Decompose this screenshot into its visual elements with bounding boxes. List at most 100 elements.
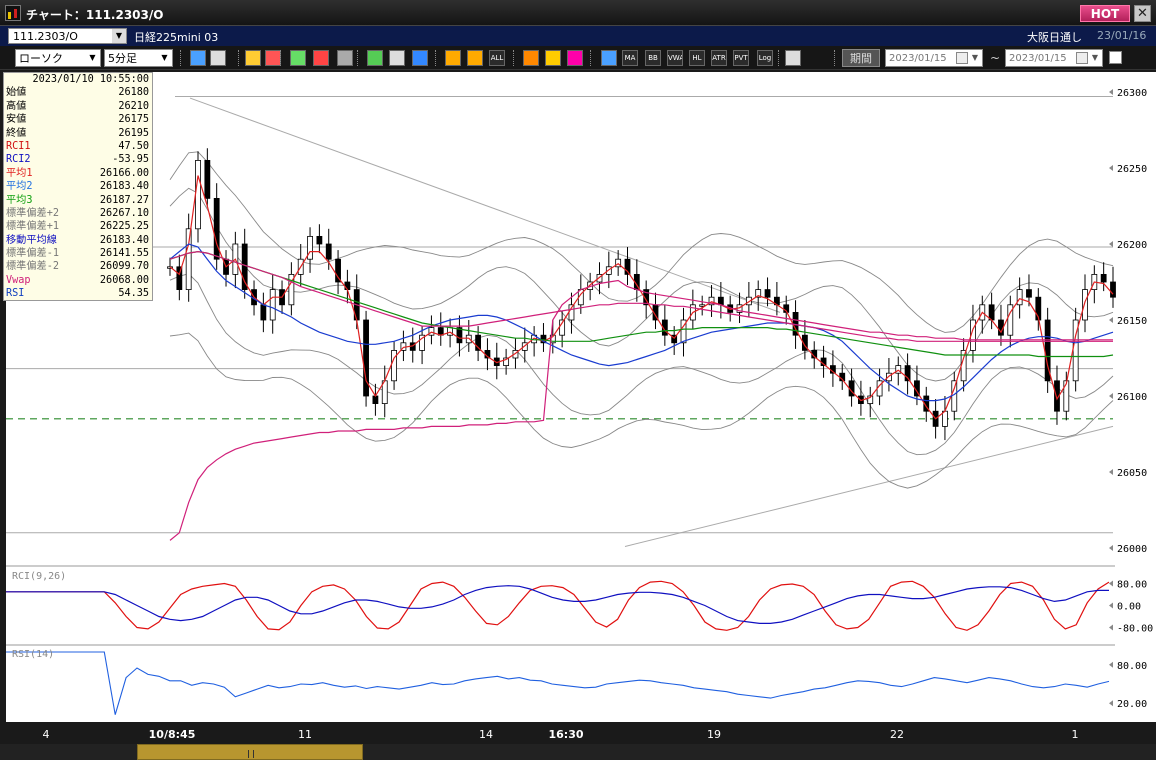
data-window-key: 平均1 (6, 167, 33, 179)
data-window-row: 平均2 26183.40 (4, 180, 152, 193)
x-axis-tick-label: 4 (42, 728, 50, 741)
data-window-key: 始値 (6, 87, 27, 99)
rci-axis-marker-icon (1109, 580, 1113, 587)
x-axis-tick-label: 16:30 (548, 728, 584, 741)
data-window-key: 標準偏差+1 (6, 221, 60, 233)
candle-body (1063, 380, 1070, 412)
x-axis-tick-label: 14 (479, 728, 493, 741)
x-axis-tick-label: 1 (1071, 728, 1079, 741)
candle-body (988, 304, 995, 321)
rsi-axis-marker-icon (1109, 700, 1113, 707)
data-window-value: 26187.27 (99, 194, 149, 206)
rci-axis-tick-label: 80.00 (1117, 580, 1147, 591)
candle-body (185, 228, 192, 291)
candle-body (1100, 273, 1107, 283)
bollinger-band-line (169, 187, 1114, 382)
data-window-row: RCI1 47.50 (4, 140, 152, 153)
data-window-value: 26210 (118, 100, 149, 112)
bollinger-band-line (169, 273, 1114, 456)
data-window-row: 高値 26210 (4, 100, 152, 113)
candle-body (391, 349, 397, 382)
data-window-row: 標準偏差-1 26141.55 (4, 247, 152, 260)
chart-svg[interactable]: 26300 26250 26200 26150 26100 26050 26000 80.00… (0, 0, 1156, 760)
candle-body (344, 281, 351, 290)
price-axis-tick-label: 26300 (1117, 88, 1147, 99)
data-window-key: 標準偏差+2 (6, 207, 60, 219)
rci-line (6, 580, 1110, 631)
data-window-value: 26099.70 (99, 261, 149, 273)
data-window-key: 安値 (6, 114, 27, 126)
data-window-datetime: 2023/01/10 10:55:00 (32, 74, 149, 85)
rci-axis-marker-icon (1109, 602, 1113, 609)
price-axis-tick-label: 26200 (1117, 240, 1147, 251)
data-window-row: 標準偏差+1 26225.25 (4, 220, 152, 233)
candle-body (1110, 281, 1116, 298)
data-window: 2023/01/10 10:55:00 始値 26180 高値 26210 安値 2617… (3, 72, 153, 301)
data-window-value: 26183.40 (99, 181, 149, 193)
data-window-value: 26195 (118, 127, 149, 139)
bollinger-band-line (169, 332, 1114, 489)
data-window-value: 54.35 (118, 288, 149, 300)
candle-body (325, 243, 332, 260)
data-window-value: 26068.00 (99, 274, 149, 286)
scrollbar-grip-icon[interactable] (248, 750, 254, 758)
candle-body (428, 327, 435, 336)
data-window-key: 平均3 (6, 194, 33, 206)
candle-body (307, 235, 313, 260)
x-axis-tick-label: 22 (890, 728, 904, 741)
data-window-row: 安値 26175 (4, 113, 152, 126)
price-axis-tick-label: 26100 (1117, 392, 1147, 403)
price-axis-marker-icon (1109, 89, 1113, 95)
rsi-line (6, 651, 1110, 715)
rsi-axis-marker-icon (1109, 661, 1113, 668)
data-window-value: 26267.10 (99, 207, 149, 219)
rci-pane-label: RCI(9,26) (12, 571, 67, 582)
price-axis-marker-icon (1109, 545, 1113, 551)
price-axis-marker-icon (1109, 393, 1113, 399)
data-window-value: 47.50 (118, 140, 149, 152)
rci-line (6, 585, 1109, 624)
data-window-row: 平均1 26166.00 (4, 167, 152, 180)
trendline-lower (624, 425, 1114, 547)
data-window-key: 標準偏差-2 (6, 261, 60, 273)
data-window-value: 26141.55 (99, 248, 149, 260)
data-window-key: 高値 (6, 100, 27, 112)
candle-body (1016, 289, 1023, 306)
data-window-row: RSI 54.35 (4, 287, 152, 300)
data-window-row: 終値 26195 (4, 127, 152, 140)
indicator-line (169, 279, 1113, 541)
price-axis-marker-icon (1109, 317, 1113, 323)
candle-body (1026, 289, 1032, 298)
price-axis-tick-label: 26050 (1117, 468, 1147, 479)
data-window-value: 26225.25 (99, 221, 149, 233)
candle-body (316, 235, 323, 245)
x-axis-tick-label: 11 (298, 728, 312, 741)
price-axis-marker-icon (1109, 469, 1113, 475)
price-axis-tick-label: 26000 (1117, 544, 1147, 555)
data-window-value: -53.95 (112, 154, 149, 166)
candle-body (204, 159, 211, 199)
candle-body (213, 197, 220, 260)
data-window-key: RCI1 (6, 140, 31, 152)
data-window-key: RSI (6, 288, 25, 300)
data-window-row: 標準偏差+2 26267.10 (4, 207, 152, 220)
candle-body (269, 289, 276, 321)
rsi-pane-label: RSI(14) (12, 649, 55, 660)
rsi-axis-tick-label: 20.00 (1117, 699, 1147, 710)
data-window-value: 26166.00 (99, 167, 149, 179)
candle-body (447, 327, 453, 336)
data-window-row: Vwap 26068.00 (4, 274, 152, 287)
data-window-key: Vwap (6, 274, 31, 286)
data-window-key: 平均2 (6, 181, 33, 193)
data-window-row: 始値 26180 (4, 86, 152, 99)
candle-body (764, 289, 771, 298)
x-axis-tick-label: 10/8:45 (148, 728, 196, 741)
data-window-value: 26175 (118, 114, 149, 126)
data-window-row: 標準偏差-2 26099.70 (4, 260, 152, 273)
candle-body (1082, 289, 1088, 321)
price-axis-tick-label: 26150 (1117, 316, 1147, 327)
candle-body (335, 258, 341, 283)
rci-axis-tick-label: 0.00 (1117, 602, 1141, 613)
data-window-key: 標準偏差-1 (6, 248, 60, 260)
price-axis-marker-icon (1109, 165, 1113, 171)
